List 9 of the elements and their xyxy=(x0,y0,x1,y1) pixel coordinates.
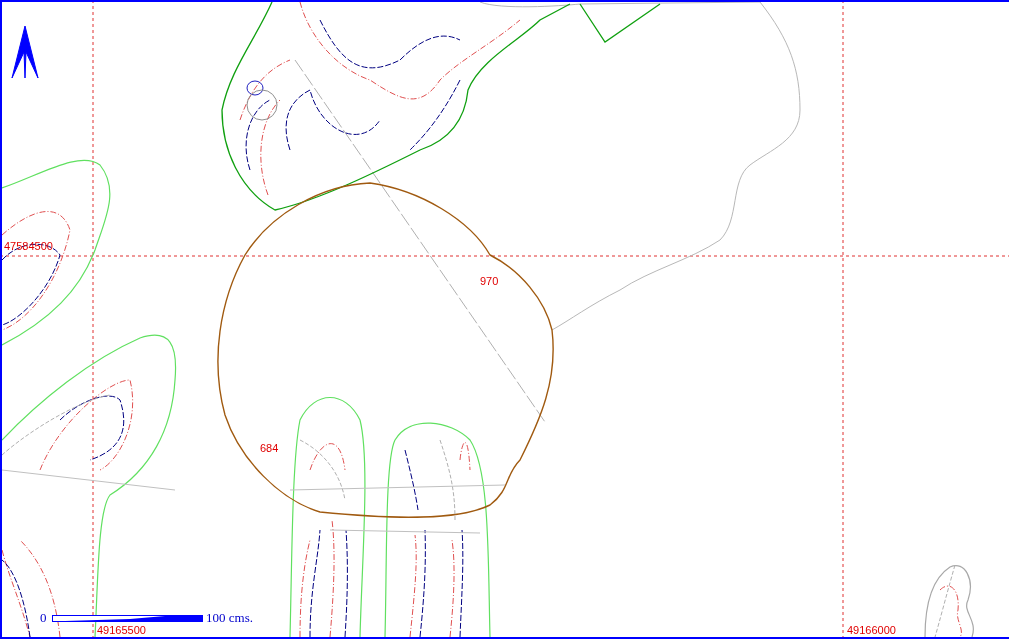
scale-end-label: 100 cms. xyxy=(206,610,253,625)
coordinate-label: 47584500 xyxy=(4,240,53,252)
coordinate-label: 49165500 xyxy=(97,624,146,636)
elevation-label: 970 xyxy=(480,275,499,287)
elevation-label: 684 xyxy=(260,442,279,454)
north-arrow-icon xyxy=(11,25,39,79)
scale-start-label: 0 xyxy=(40,610,47,625)
area-outline xyxy=(924,565,974,637)
coordinate-label: 49166000 xyxy=(847,624,896,636)
